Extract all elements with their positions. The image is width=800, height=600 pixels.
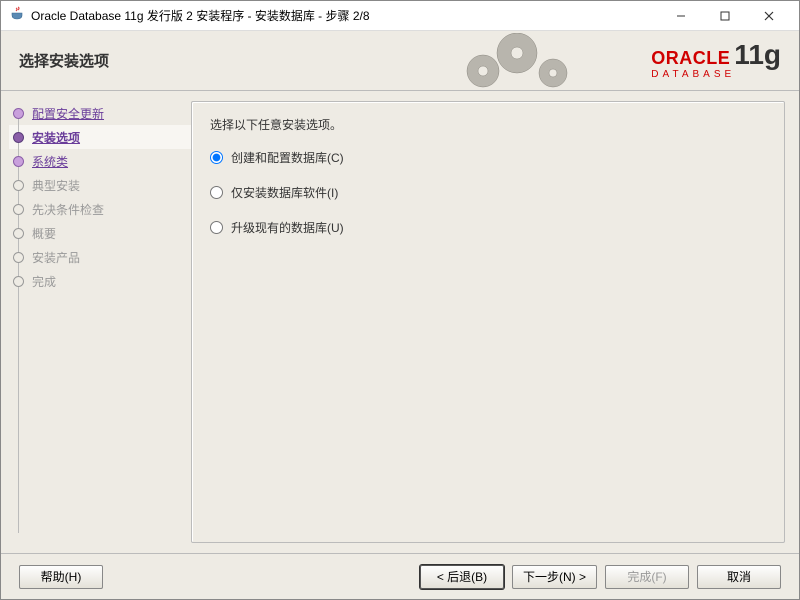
- install-option-label: 仅安装数据库软件(I): [231, 184, 338, 201]
- step-label: 安装产品: [32, 249, 80, 266]
- step-6: 安装产品: [9, 245, 191, 269]
- step-label: 配置安全更新: [32, 105, 104, 122]
- step-label: 先决条件检查: [32, 201, 104, 218]
- steps-sidebar: 配置安全更新安装选项系统类典型安装先决条件检查概要安装产品完成: [1, 91, 191, 553]
- next-button[interactable]: 下一步(N) >: [512, 565, 597, 589]
- footer: 帮助(H) < 后退(B) 下一步(N) > 完成(F) 取消: [1, 553, 799, 599]
- step-dot-icon: [13, 108, 24, 119]
- step-label: 典型安装: [32, 177, 80, 194]
- step-label: 完成: [32, 273, 56, 290]
- maximize-button[interactable]: [703, 2, 747, 30]
- step-label: 概要: [32, 225, 56, 242]
- installer-window: Oracle Database 11g 发行版 2 安装程序 - 安装数据库 -…: [0, 0, 800, 600]
- titlebar: Oracle Database 11g 发行版 2 安装程序 - 安装数据库 -…: [1, 1, 799, 31]
- install-option-radio-0[interactable]: [210, 151, 223, 164]
- java-icon: [9, 6, 25, 25]
- cancel-button[interactable]: 取消: [697, 565, 781, 589]
- back-button[interactable]: < 后退(B): [420, 565, 504, 589]
- step-dot-icon: [13, 156, 24, 167]
- step-3: 典型安装: [9, 173, 191, 197]
- step-0[interactable]: 配置安全更新: [9, 101, 191, 125]
- step-dot-icon: [13, 180, 24, 191]
- step-dot-icon: [13, 252, 24, 263]
- step-7: 完成: [9, 269, 191, 293]
- main-panel: 选择以下任意安装选项。 创建和配置数据库(C) 仅安装数据库软件(I) 升级现有的数…: [191, 101, 785, 543]
- step-2[interactable]: 系统类: [9, 149, 191, 173]
- step-label: 系统类: [32, 153, 68, 170]
- install-option-radio-2[interactable]: [210, 221, 223, 234]
- install-option-2[interactable]: 升级现有的数据库(U): [210, 219, 766, 236]
- gears-decoration: [459, 33, 599, 92]
- oracle-logo: ORACLE11g DATABASE: [651, 39, 781, 80]
- step-4: 先决条件检查: [9, 197, 191, 221]
- step-dot-icon: [13, 204, 24, 215]
- step-label: 安装选项: [32, 129, 80, 146]
- step-5: 概要: [9, 221, 191, 245]
- window-title: Oracle Database 11g 发行版 2 安装程序 - 安装数据库 -…: [31, 7, 659, 24]
- install-option-radio-1[interactable]: [210, 186, 223, 199]
- step-dot-icon: [13, 132, 24, 143]
- finish-button[interactable]: 完成(F): [605, 565, 689, 589]
- minimize-button[interactable]: [659, 2, 703, 30]
- install-option-0[interactable]: 创建和配置数据库(C): [210, 149, 766, 166]
- header: 选择安装选项 ORACLE11g DATABASE: [1, 31, 799, 91]
- install-option-label: 升级现有的数据库(U): [231, 219, 344, 236]
- step-dot-icon: [13, 276, 24, 287]
- instruction-text: 选择以下任意安装选项。: [210, 116, 766, 133]
- page-title: 选择安装选项: [19, 50, 109, 71]
- step-1[interactable]: 安装选项: [9, 125, 191, 149]
- step-dot-icon: [13, 228, 24, 239]
- install-option-1[interactable]: 仅安装数据库软件(I): [210, 184, 766, 201]
- help-button[interactable]: 帮助(H): [19, 565, 103, 589]
- install-option-label: 创建和配置数据库(C): [231, 149, 344, 166]
- close-button[interactable]: [747, 2, 791, 30]
